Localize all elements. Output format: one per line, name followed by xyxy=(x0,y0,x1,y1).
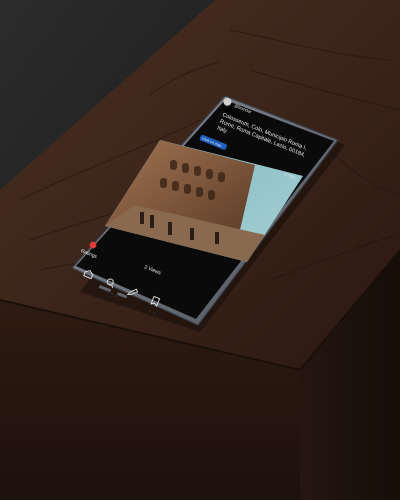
location-title-line1: Colosseum, Colo, Municipio Roma I, xyxy=(221,112,308,152)
bookmark-icon[interactable] xyxy=(150,295,161,308)
views-row: 2 Views xyxy=(143,264,162,276)
avatar[interactable] xyxy=(222,97,232,107)
search-icon[interactable] xyxy=(106,278,116,289)
svg-text:4 / GN: 4 / GN xyxy=(284,171,297,180)
map-chip-label: View on map xyxy=(201,136,222,147)
ratings-row[interactable]: Ratings xyxy=(80,238,102,260)
photo-counter: 4 / GN xyxy=(284,171,297,180)
heart-icon[interactable] xyxy=(89,241,98,250)
views-label: 2 Views xyxy=(143,264,162,276)
edit-icon[interactable] xyxy=(126,287,139,297)
username[interactable]: @brandar xyxy=(234,103,253,115)
title-block: Colosseum, Colo, Municipio Roma I, Rome,… xyxy=(216,112,308,159)
header: @brandar xyxy=(222,97,253,115)
app-ui: @brandar Colosseum, Colo, Municipio Roma… xyxy=(80,97,308,308)
map-chip[interactable]: View on map xyxy=(199,134,227,150)
home-icon[interactable] xyxy=(83,269,94,280)
location-title-line2: Rome, Roma Capitale, Lazio, 00184, xyxy=(219,119,307,159)
bottom-nav xyxy=(83,269,161,308)
ratings-label: Ratings xyxy=(80,248,98,260)
